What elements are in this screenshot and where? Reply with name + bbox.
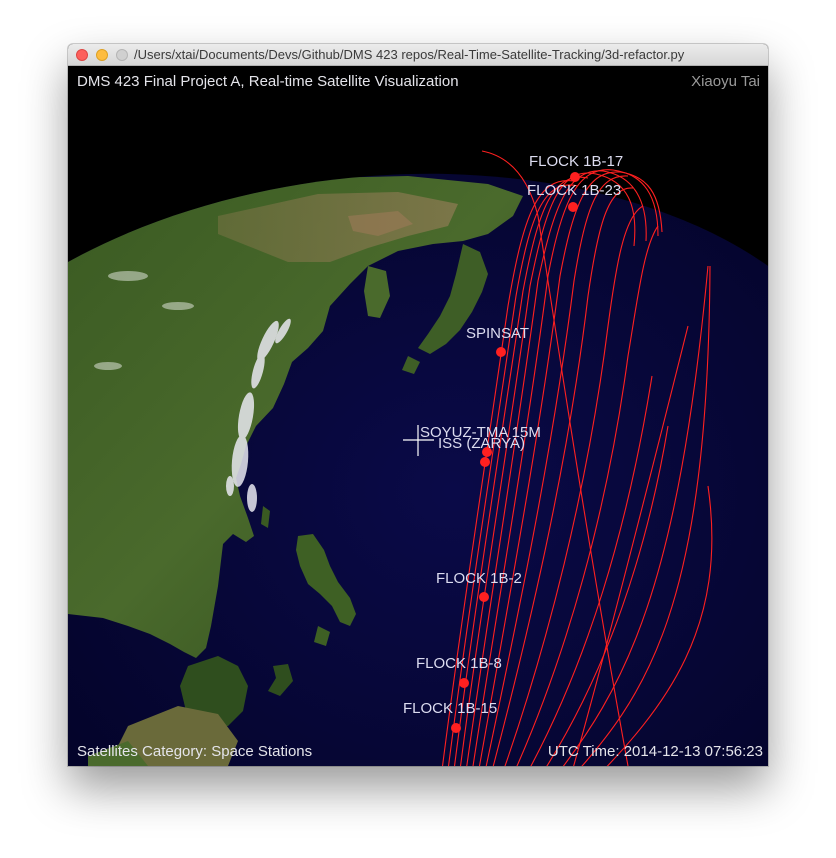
author-name: Xiaoyu Tai	[691, 73, 760, 90]
satellite-label: FLOCK 1B-15	[403, 700, 497, 717]
satellite-label: FLOCK 1B-8	[416, 655, 502, 672]
earth-globe	[68, 173, 768, 766]
close-window-icon[interactable]	[76, 49, 88, 61]
zoom-window-icon[interactable]	[116, 49, 128, 61]
satellite-label: SPINSAT	[466, 325, 529, 342]
satellite-label: FLOCK 1B-17	[529, 153, 623, 170]
satellite-flock-1b-17[interactable]: FLOCK 1B-17	[529, 153, 623, 182]
satellite-label: FLOCK 1B-2	[436, 570, 522, 587]
category-label: Satellites Category: Space Stations	[77, 743, 313, 760]
minimize-window-icon[interactable]	[96, 49, 108, 61]
window-title: /Users/xtai/Documents/Devs/Github/DMS 42…	[134, 47, 685, 62]
globe-scene[interactable]: FLOCK 1B-17 FLOCK 1B-23 SPINSAT SOYUZ-TM…	[68, 66, 768, 766]
utc-time: UTC Time: 2014-12-13 07:56:23	[547, 743, 763, 760]
satellite-label: FLOCK 1B-23	[527, 182, 621, 199]
app-window: /Users/xtai/Documents/Devs/Github/DMS 42…	[68, 44, 768, 766]
satellite-label: ISS (ZARYA)	[438, 435, 525, 452]
window-titlebar[interactable]: /Users/xtai/Documents/Devs/Github/DMS 42…	[68, 44, 768, 66]
globe-viewport[interactable]: FLOCK 1B-17 FLOCK 1B-23 SPINSAT SOYUZ-TM…	[68, 66, 768, 766]
project-title: DMS 423 Final Project A, Real-time Satel…	[77, 73, 459, 90]
